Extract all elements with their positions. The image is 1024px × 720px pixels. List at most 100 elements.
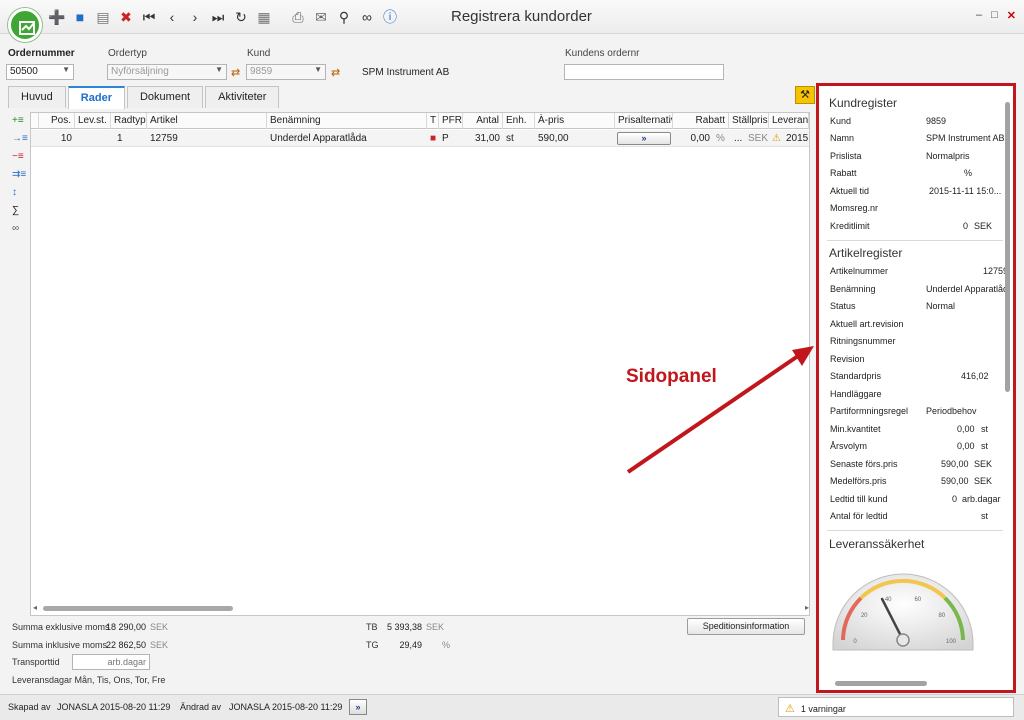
copy-row-icon[interactable]: ⇉≡ (12, 168, 28, 181)
minimize-button[interactable]: – (976, 9, 982, 22)
gauge-tick-label: 80 (938, 613, 945, 619)
goto-icon[interactable]: ⇄ (231, 66, 240, 79)
warnings-box[interactable]: ⚠ 1 varningar (778, 697, 1014, 717)
sp-prislista-value: Normalpris (926, 151, 970, 161)
transporttid-label: Transporttid (12, 657, 60, 667)
add-row-icon[interactable]: +≡ (12, 114, 28, 127)
speditionsinformation-button[interactable]: Speditionsinformation (687, 618, 805, 635)
sp-ritningsnummer-label: Ritningsnummer (830, 336, 896, 346)
scrollbar-thumb[interactable] (43, 606, 233, 611)
sp-minkvantitet-unit: st (981, 424, 989, 434)
col-t[interactable]: T (427, 113, 439, 129)
kundregister-title: Kundregister (829, 96, 898, 110)
print-icon[interactable]: ⎙ (289, 8, 307, 26)
grid-header: Pos. Lev.st. Radtyp Artikel Benämning T … (31, 113, 809, 129)
tab-huvud[interactable]: Huvud (8, 86, 66, 108)
ordertyp-field[interactable]: Nyförsäljning ▼ (107, 64, 227, 80)
skapad-value: JONASLA 2015-08-20 11:29 (57, 702, 171, 712)
refresh-icon[interactable]: ↻ (232, 8, 250, 26)
col-pos[interactable]: Pos. (39, 113, 75, 129)
help-icon[interactable]: ⓘ (381, 8, 399, 26)
tab-aktiviteter[interactable]: Aktiviteter (205, 86, 280, 108)
artikelregister-title: Artikelregister (829, 246, 903, 260)
sp-momsreg-label: Momsreg.nr (830, 203, 879, 213)
save-icon[interactable]: ■ (71, 8, 89, 26)
sp-prislista-label: Prislista (830, 151, 862, 161)
sp-kreditlimit-label: Kreditlimit (830, 221, 870, 231)
table-row[interactable]: 10 1 12759 Underdel Apparatlåda ■ P 31,0… (31, 130, 809, 147)
col-artikel[interactable]: Artikel (147, 113, 267, 129)
clipboard-icon[interactable]: ▦ (255, 8, 273, 26)
sp-revision-label: Revision (830, 354, 865, 364)
ordernummer-field[interactable]: 50500 ▼ (6, 64, 74, 80)
maximize-button[interactable]: □ (991, 9, 998, 22)
scrollbar-thumb[interactable] (835, 681, 927, 686)
link-icon[interactable]: ∞ (358, 8, 376, 26)
warning-icon: ⚠ (772, 133, 781, 144)
goto-icon[interactable]: ⇄ (331, 66, 340, 79)
link-row-icon[interactable]: ∞ (12, 222, 28, 235)
chevron-down-icon[interactable]: ▼ (62, 65, 70, 74)
kund-field[interactable]: 9859 ▼ (246, 64, 326, 80)
gauge-tick-label: 20 (861, 613, 868, 619)
expand-rows-icon[interactable]: ↕ (12, 186, 28, 199)
transporttid-input[interactable] (72, 654, 150, 670)
col-prisalternativ[interactable]: Prisalternativ (615, 113, 673, 129)
delete-row-icon[interactable]: −≡ (12, 150, 28, 163)
sp-kund-label: Kund (830, 116, 852, 126)
sp-handlaggare-label: Handläggare (830, 389, 882, 399)
prisalternativ-button[interactable]: » (617, 132, 671, 145)
summa-inkl-unit: SEK (150, 640, 169, 650)
sp-arsvolym-unit: st (981, 441, 989, 451)
ordertyp-value: Nyförsäljning (111, 66, 169, 77)
search-icon[interactable]: ⚲ (335, 8, 353, 26)
first-record-icon[interactable]: ⏮ (140, 8, 158, 26)
tab-rader[interactable]: Rader (67, 86, 125, 109)
col-levst[interactable]: Lev.st. (75, 113, 111, 129)
window-title: Registrera kundorder (451, 8, 592, 25)
close-button[interactable]: ✕ (1007, 9, 1016, 22)
side-panel-vertical-scrollbar[interactable] (1005, 92, 1011, 677)
email-icon[interactable]: ✉ (312, 8, 330, 26)
expand-button[interactable]: » (349, 699, 367, 715)
sp-rabatt-label: Rabatt (830, 168, 857, 178)
col-benamning[interactable]: Benämning (267, 113, 427, 129)
divider (827, 530, 1003, 531)
insert-row-icon[interactable]: →≡ (12, 132, 28, 145)
sidopanel-annotation: Sidopanel (626, 366, 717, 387)
col-apris[interactable]: À-pris (535, 113, 615, 129)
print-preview-icon[interactable]: ▤ (94, 8, 112, 26)
new-icon[interactable]: ➕ (48, 8, 66, 26)
summa-exkl-value: 18 290,00 (105, 622, 146, 632)
delete-icon[interactable]: ✖ (117, 8, 135, 26)
kundens-ordernr-label: Kundens ordernr (565, 48, 640, 59)
next-record-icon[interactable]: › (186, 8, 204, 26)
chevron-down-icon[interactable]: ▼ (314, 65, 322, 74)
scroll-left-icon[interactable]: ◂ (33, 603, 37, 612)
sp-artikelnummer-label: Artikelnummer (830, 266, 889, 276)
col-leveransdatum[interactable]: Leveransd (769, 113, 809, 129)
col-antal[interactable]: Antal (463, 113, 503, 129)
wrench-icon[interactable]: ⚒ (795, 86, 815, 104)
col-rabatt[interactable]: Rabatt (673, 113, 729, 129)
col-pfr[interactable]: PFR (439, 113, 463, 129)
col-enh[interactable]: Enh. (503, 113, 535, 129)
col-stallpris[interactable]: Ställpris (729, 113, 769, 129)
previous-record-icon[interactable]: ‹ (163, 8, 181, 26)
calculate-icon[interactable]: ∑ (12, 204, 28, 217)
cell-leveransdatum: 2015 (786, 133, 809, 144)
sp-minkvantitet-value: 0,00 (957, 424, 975, 434)
grid-horizontal-scrollbar[interactable]: ◂ ▸ (33, 603, 809, 613)
side-panel-horizontal-scrollbar[interactable] (825, 679, 1005, 687)
skapad-label: Skapad av (8, 702, 51, 712)
gauge-tick-label: 60 (914, 597, 921, 603)
col-radtyp[interactable]: Radtyp (111, 113, 147, 129)
scroll-right-icon[interactable]: ▸ (805, 603, 809, 612)
kundens-ordernr-field[interactable] (564, 64, 724, 80)
last-record-icon[interactable]: ⏭ (209, 8, 227, 26)
tab-dokument[interactable]: Dokument (126, 86, 204, 108)
chevron-down-icon[interactable]: ▼ (215, 65, 223, 74)
sp-senaste-label: Senaste förs.pris (830, 459, 898, 469)
scrollbar-thumb[interactable] (1005, 102, 1010, 392)
cell-apris: 590,00 (538, 133, 569, 144)
